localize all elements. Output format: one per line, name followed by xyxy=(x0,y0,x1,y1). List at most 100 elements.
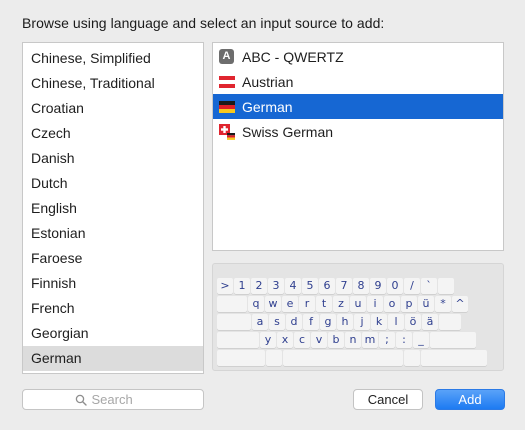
keyboard-key: * xyxy=(435,296,451,312)
keyboard-key xyxy=(217,332,259,348)
cancel-button[interactable]: Cancel xyxy=(353,389,423,410)
keyboard-key: 6 xyxy=(319,278,335,294)
keyboard-key: ` xyxy=(421,278,437,294)
language-item[interactable]: Croatian xyxy=(23,96,203,121)
search-input[interactable] xyxy=(91,392,152,407)
language-item[interactable]: Faroese xyxy=(23,246,203,271)
keyboard-key: 3 xyxy=(268,278,284,294)
keyboard-key: f xyxy=(303,314,319,330)
keyboard-key xyxy=(438,278,454,294)
keyboard-key: z xyxy=(333,296,349,312)
keyboard-key: 8 xyxy=(353,278,369,294)
keyboard-preview: >1 2 3 4 5 6 7 8 9 0/` q w e r t z u i o p ü * ^ a s d f g h j k l ö ä y x c… xyxy=(212,263,504,371)
keyboard-key: : xyxy=(396,332,412,348)
keyboard-key: g xyxy=(320,314,336,330)
input-source-list: A ABC - QWERTZ Austrian German Swiss German xyxy=(213,44,503,144)
keyboard-key: j xyxy=(354,314,370,330)
language-item[interactable]: Finnish xyxy=(23,271,203,296)
keyboard-key: 0 xyxy=(387,278,403,294)
keyboard-key: u xyxy=(350,296,366,312)
input-source-list-panel[interactable]: A ABC - QWERTZ Austrian German Swiss German xyxy=(212,42,504,251)
abc-icon: A xyxy=(219,49,234,64)
keyboard-key xyxy=(421,350,487,366)
keyboard-key: h xyxy=(337,314,353,330)
keyboard-key xyxy=(439,314,461,330)
input-source-label: Swiss German xyxy=(242,123,334,140)
keyboard-key: y xyxy=(260,332,276,348)
search-field[interactable] xyxy=(22,389,204,410)
keyboard-key xyxy=(217,314,251,330)
keyboard-key: ; xyxy=(379,332,395,348)
keyboard-key: v xyxy=(311,332,327,348)
keyboard-key: b xyxy=(328,332,344,348)
add-input-source-dialog: Browse using language and select an inpu… xyxy=(0,0,525,430)
keyboard-key: a xyxy=(252,314,268,330)
input-source-label: Austrian xyxy=(242,73,294,90)
keyboard-key: 5 xyxy=(302,278,318,294)
input-source-item[interactable]: A ABC - QWERTZ xyxy=(213,44,503,69)
keyboard-key: q xyxy=(248,296,264,312)
language-item[interactable]: Danish xyxy=(23,146,203,171)
keyboard-key: w xyxy=(265,296,281,312)
input-source-item[interactable]: Austrian xyxy=(213,69,503,94)
input-source-item[interactable]: German xyxy=(213,94,503,119)
input-source-item[interactable]: Swiss German xyxy=(213,119,503,144)
keyboard-key: o xyxy=(384,296,400,312)
keyboard-key: l xyxy=(388,314,404,330)
keyboard-key: 9 xyxy=(370,278,386,294)
keyboard-key: ^ xyxy=(452,296,468,312)
keyboard-key: / xyxy=(404,278,420,294)
dialog-instruction: Browse using language and select an inpu… xyxy=(22,15,385,31)
keyboard-key: 1 xyxy=(234,278,250,294)
keyboard-key: ü xyxy=(418,296,434,312)
germany-flag-icon xyxy=(219,100,235,113)
keyboard-key: k xyxy=(371,314,387,330)
language-item[interactable]: French xyxy=(23,296,203,321)
keyboard-key: 7 xyxy=(336,278,352,294)
keyboard-key: p xyxy=(401,296,417,312)
language-item[interactable]: Czech xyxy=(23,121,203,146)
keyboard-key xyxy=(217,350,265,366)
language-item[interactable]: Estonian xyxy=(23,221,203,246)
keyboard-key: x xyxy=(277,332,293,348)
keyboard-key: r xyxy=(299,296,315,312)
keyboard-key xyxy=(404,350,420,366)
keyboard-key xyxy=(266,350,282,366)
keyboard-row: q w e r t z u i o p ü * ^ xyxy=(217,296,468,312)
search-icon xyxy=(75,394,87,406)
austria-flag-icon xyxy=(219,75,235,88)
keyboard-row: y x c v b n m;: _ xyxy=(217,332,476,348)
keyboard-key: c xyxy=(294,332,310,348)
keyboard-key: m xyxy=(362,332,378,348)
switzerland-flag-icon xyxy=(219,123,235,140)
language-list-panel[interactable]: Chinese, Simplified Chinese, Traditional C… xyxy=(22,42,204,374)
keyboard-row: asdfghjklöä xyxy=(217,314,461,330)
keyboard-key: e xyxy=(282,296,298,312)
add-button[interactable]: Add xyxy=(435,389,505,410)
language-item[interactable]: Chinese, Traditional xyxy=(23,71,203,96)
input-source-label: ABC - QWERTZ xyxy=(242,48,344,65)
keyboard-key: n xyxy=(345,332,361,348)
language-item[interactable]: Chinese, Simplified xyxy=(23,46,203,71)
keyboard-key xyxy=(430,332,476,348)
keyboard-row: >1 2 3 4 5 6 7 8 9 0/` xyxy=(217,278,454,294)
keyboard-key: > xyxy=(217,278,233,294)
keyboard-key: _ xyxy=(413,332,429,348)
language-item[interactable]: Georgian xyxy=(23,321,203,346)
keyboard-key: t xyxy=(316,296,332,312)
keyboard-key xyxy=(217,296,247,312)
language-item[interactable]: German xyxy=(23,346,203,371)
language-list: Chinese, Simplified Chinese, Traditional C… xyxy=(23,46,203,371)
keyboard-key: ö xyxy=(405,314,421,330)
language-item[interactable]: English xyxy=(23,196,203,221)
keyboard-key xyxy=(283,350,403,366)
keyboard-key: i xyxy=(367,296,383,312)
keyboard-row xyxy=(217,350,487,366)
language-item[interactable]: Dutch xyxy=(23,171,203,196)
keyboard-key: 4 xyxy=(285,278,301,294)
keyboard-key: ä xyxy=(422,314,438,330)
keyboard-key: s xyxy=(269,314,285,330)
input-source-label: German xyxy=(242,98,293,115)
keyboard-key: 2 xyxy=(251,278,267,294)
keyboard-key: d xyxy=(286,314,302,330)
